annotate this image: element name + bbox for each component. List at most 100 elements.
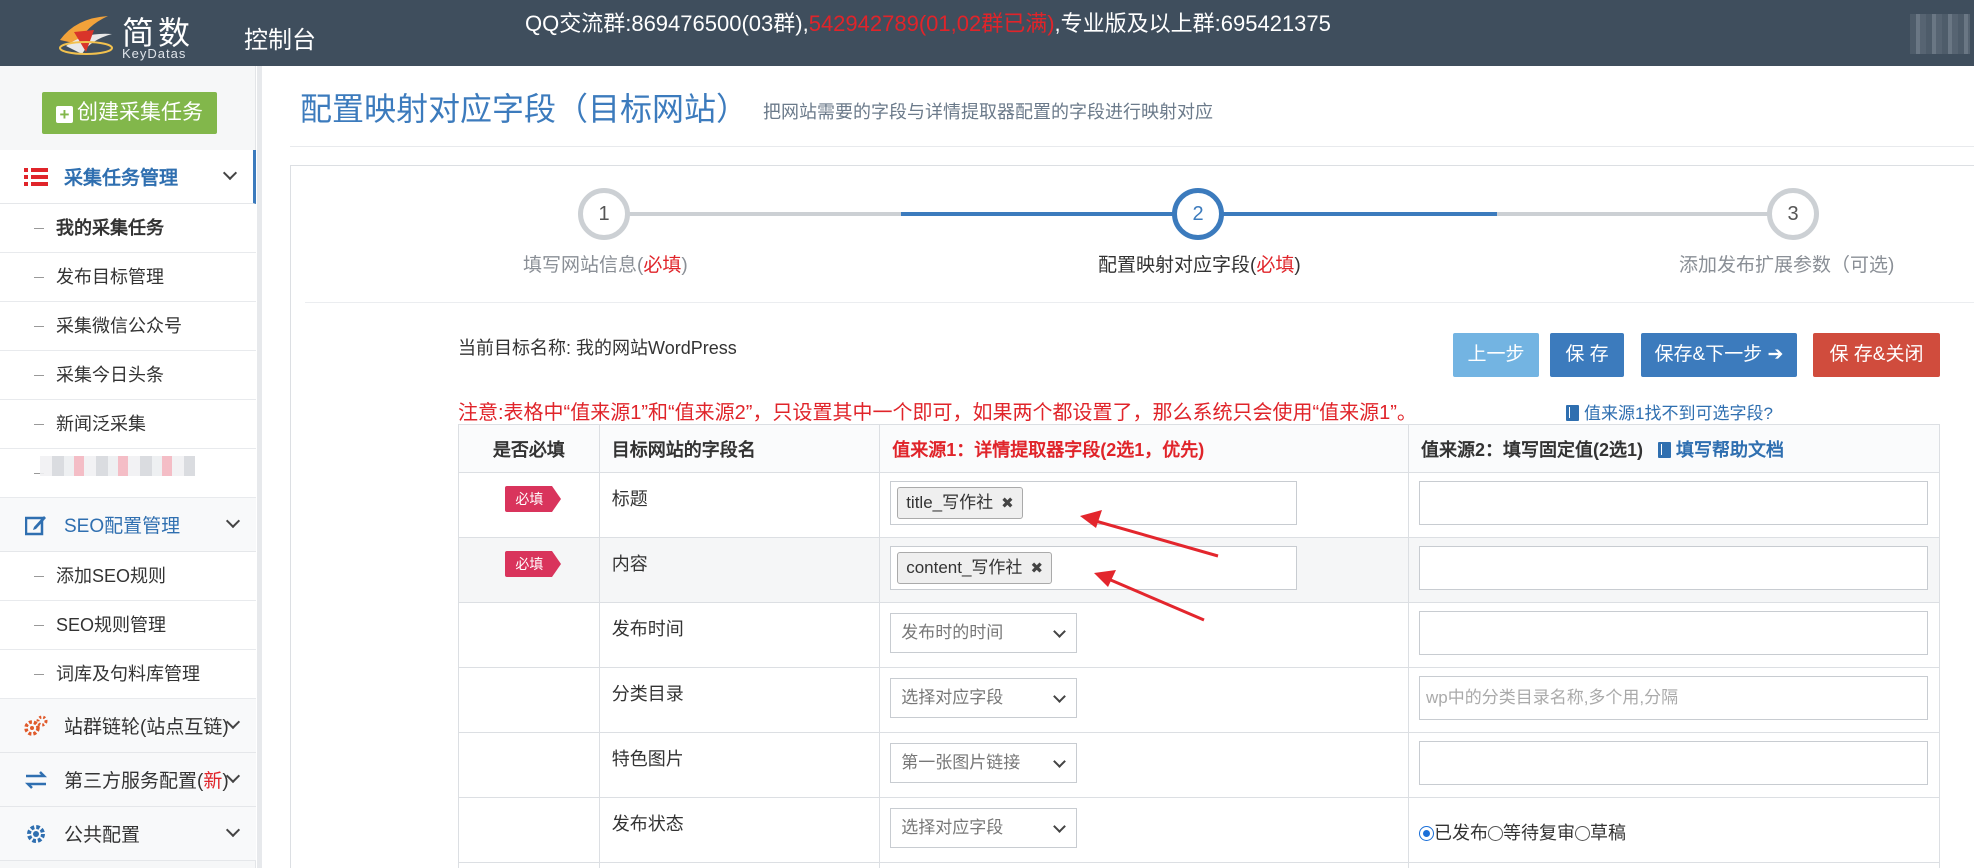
console-link[interactable]: 控制台 bbox=[244, 20, 316, 55]
required-cell bbox=[458, 862, 600, 868]
create-task-label: 创建采集任务 bbox=[77, 101, 203, 124]
field-chip[interactable]: title_写作社 ✖ bbox=[897, 487, 1023, 519]
radio-label: 已发布 bbox=[1433, 823, 1488, 843]
source1-tag-input[interactable]: title_写作社 ✖ bbox=[890, 481, 1298, 525]
source1-select[interactable]: 选择对应字段 bbox=[890, 808, 1078, 848]
sidebar-item-toutiao[interactable]: 采集今日头条 bbox=[0, 351, 256, 400]
sidebar-scrollbar[interactable] bbox=[257, 66, 262, 868]
source2-cell bbox=[1407, 472, 1941, 538]
source1-cell: title_写作社 ✖ bbox=[879, 472, 1409, 538]
gear-icon bbox=[24, 822, 48, 846]
sidebar-group-third-party[interactable]: 第三方服务配置(新) bbox=[0, 753, 256, 807]
sidebar-group-seo[interactable]: SEO配置管理 bbox=[0, 498, 256, 552]
sidebar-group-label: 采集任务管理 bbox=[64, 168, 179, 189]
help-link[interactable]: 值来源1找不到可选字段? bbox=[1566, 399, 1773, 424]
fixed-value-input[interactable] bbox=[1418, 611, 1928, 655]
create-task-button[interactable]: + 创建采集任务 bbox=[42, 92, 217, 134]
target-name: 当前目标名称: 我的网站WordPress bbox=[458, 334, 737, 360]
source1-cell bbox=[879, 862, 1409, 868]
step-2[interactable]: 2 bbox=[1172, 188, 1224, 240]
source1-select[interactable]: 选择对应字段 bbox=[890, 678, 1078, 718]
save-next-button[interactable]: 保存&下一步 ➔ bbox=[1641, 333, 1797, 377]
sidebar-group-label: 站群链轮(站点互链) bbox=[64, 717, 229, 738]
target-label: 当前目标名称: bbox=[458, 338, 572, 358]
step-required: 必填 bbox=[643, 255, 682, 276]
required-cell: 必填 bbox=[458, 472, 600, 538]
field-name: 内容 bbox=[598, 537, 881, 603]
source1-tag-input[interactable]: content_写作社 ✖ bbox=[890, 546, 1298, 590]
qq-group-notice: QQ交流群:869476500(03群),542942789(01,02群已满)… bbox=[525, 6, 1331, 38]
step-label-end: ) bbox=[681, 255, 688, 276]
sidebar-group-label: 第三方服务配置(新) bbox=[64, 766, 229, 793]
sidebar: + 创建采集任务 采集任务管理 我的采集任务 发布目标管理 采集微信公众号 采集今… bbox=[0, 66, 256, 868]
help-link-label: 值来源1找不到可选字段? bbox=[1584, 404, 1773, 423]
remove-chip-icon[interactable]: ✖ bbox=[1001, 495, 1014, 512]
table-row: 必填 内容 content_写作社 ✖ bbox=[458, 537, 1941, 603]
source2-cell bbox=[1407, 537, 1941, 603]
sidebar-group-sitelink[interactable]: 站群链轮(站点互链) bbox=[0, 699, 256, 753]
field-name: 发布状态 bbox=[598, 797, 881, 863]
field-chip[interactable]: content_写作社 ✖ bbox=[897, 552, 1053, 584]
sidebar-group-tasks[interactable]: 采集任务管理 bbox=[0, 150, 256, 204]
target-value: 我的网站WordPress bbox=[576, 338, 737, 358]
fixed-value-input[interactable] bbox=[1418, 481, 1928, 525]
category-input[interactable]: wp中的分类目录名称,多个用,分隔 bbox=[1418, 676, 1928, 720]
sidebar-item-hidden[interactable] bbox=[0, 449, 256, 498]
book-icon bbox=[1566, 405, 1579, 421]
required-tag: 必填 bbox=[505, 486, 562, 512]
chevron-down-icon bbox=[225, 513, 241, 529]
user-avatar[interactable] bbox=[1910, 14, 1970, 54]
doc-link[interactable]: 填写帮助文档 bbox=[1658, 440, 1784, 460]
field-name bbox=[598, 862, 881, 868]
save-close-button[interactable]: 保 存&关闭 bbox=[1813, 333, 1940, 377]
logo[interactable]: 简数 KeyDatas bbox=[56, 6, 216, 62]
step-1-label: 填写网站信息(必填) bbox=[523, 250, 688, 277]
prev-step-button[interactable]: 上一步 bbox=[1453, 333, 1539, 377]
sidebar-item-seo-rules[interactable]: SEO规则管理 bbox=[0, 601, 256, 650]
remove-chip-icon[interactable]: ✖ bbox=[1030, 560, 1043, 577]
radio-published[interactable] bbox=[1418, 826, 1434, 841]
sidebar-item-news[interactable]: 新闻泛采集 bbox=[0, 400, 256, 449]
source1-cell: content_写作社 ✖ bbox=[879, 537, 1409, 603]
top-bar: 简数 KeyDatas 控制台 QQ交流群:869476500(03群),542… bbox=[0, 0, 1974, 66]
table-row: 发布状态 选择对应字段 已发布 等待复审 草稿 bbox=[458, 797, 1941, 863]
source1-cell: 选择对应字段 bbox=[879, 797, 1409, 863]
status-radio-group: 已发布 等待复审 草稿 bbox=[1418, 806, 1929, 845]
step-label-text: 填写网站信息( bbox=[523, 255, 644, 276]
notice-text: 注意:表格中“值来源1”和“值来源2”，只设置其中一个即可，如果两个都设置了，那… bbox=[458, 402, 1417, 424]
fixed-value-input[interactable] bbox=[1418, 741, 1928, 785]
required-cell bbox=[458, 732, 600, 798]
step-1[interactable]: 1 bbox=[578, 188, 630, 240]
field-name: 标题 bbox=[598, 472, 881, 538]
sidebar-item-wechat[interactable]: 采集微信公众号 bbox=[0, 302, 256, 351]
qq-text-full: 542942789(01,02群已满) bbox=[808, 11, 1055, 36]
radio-draft[interactable] bbox=[1574, 826, 1590, 841]
table-row: 特色图片 第一张图片链接 bbox=[458, 732, 1941, 798]
chevron-down-icon bbox=[225, 822, 241, 838]
step-track-1 bbox=[604, 212, 901, 216]
sidebar-item-wordbank[interactable]: 词库及句料库管理 bbox=[0, 650, 256, 699]
mapping-table: 是否必填 目标网站的字段名 值来源1：详情提取器字段(2选1，优先) 值来源2：… bbox=[458, 424, 1941, 868]
sidebar-group-public[interactable]: 公共配置 bbox=[0, 807, 256, 861]
col-required: 是否必填 bbox=[458, 424, 600, 473]
table-row: 必填 标题 title_写作社 ✖ bbox=[458, 472, 1941, 538]
list-icon bbox=[24, 165, 48, 189]
table-header-row: 是否必填 目标网站的字段名 值来源1：详情提取器字段(2选1，优先) 值来源2：… bbox=[458, 424, 1941, 473]
qq-text-1: QQ交流群:869476500(03群), bbox=[525, 11, 809, 36]
source1-select[interactable]: 第一张图片链接 bbox=[890, 743, 1078, 783]
gears-icon bbox=[24, 714, 48, 738]
radio-pending[interactable] bbox=[1487, 826, 1503, 841]
step-3[interactable]: 3 bbox=[1767, 188, 1819, 240]
sidebar-item-my-tasks[interactable]: 我的采集任务 bbox=[0, 204, 256, 253]
field-name: 发布时间 bbox=[598, 602, 881, 668]
source1-select[interactable]: 发布时的时间 bbox=[890, 613, 1078, 653]
sidebar-item-publish-targets[interactable]: 发布目标管理 bbox=[0, 253, 256, 302]
qq-text-3: ,专业版及以上群:695421375 bbox=[1054, 11, 1331, 36]
fixed-value-input[interactable] bbox=[1418, 546, 1928, 590]
sidebar-item-add-seo[interactable]: 添加SEO规则 bbox=[0, 552, 256, 601]
sidebar-group-label: SEO配置管理 bbox=[64, 516, 181, 537]
col-source2-label: 值来源2：填写固定值(2选1) bbox=[1420, 439, 1643, 460]
logo-mark-icon bbox=[59, 16, 113, 55]
save-button[interactable]: 保 存 bbox=[1550, 333, 1624, 377]
source2-cell bbox=[1407, 862, 1941, 868]
